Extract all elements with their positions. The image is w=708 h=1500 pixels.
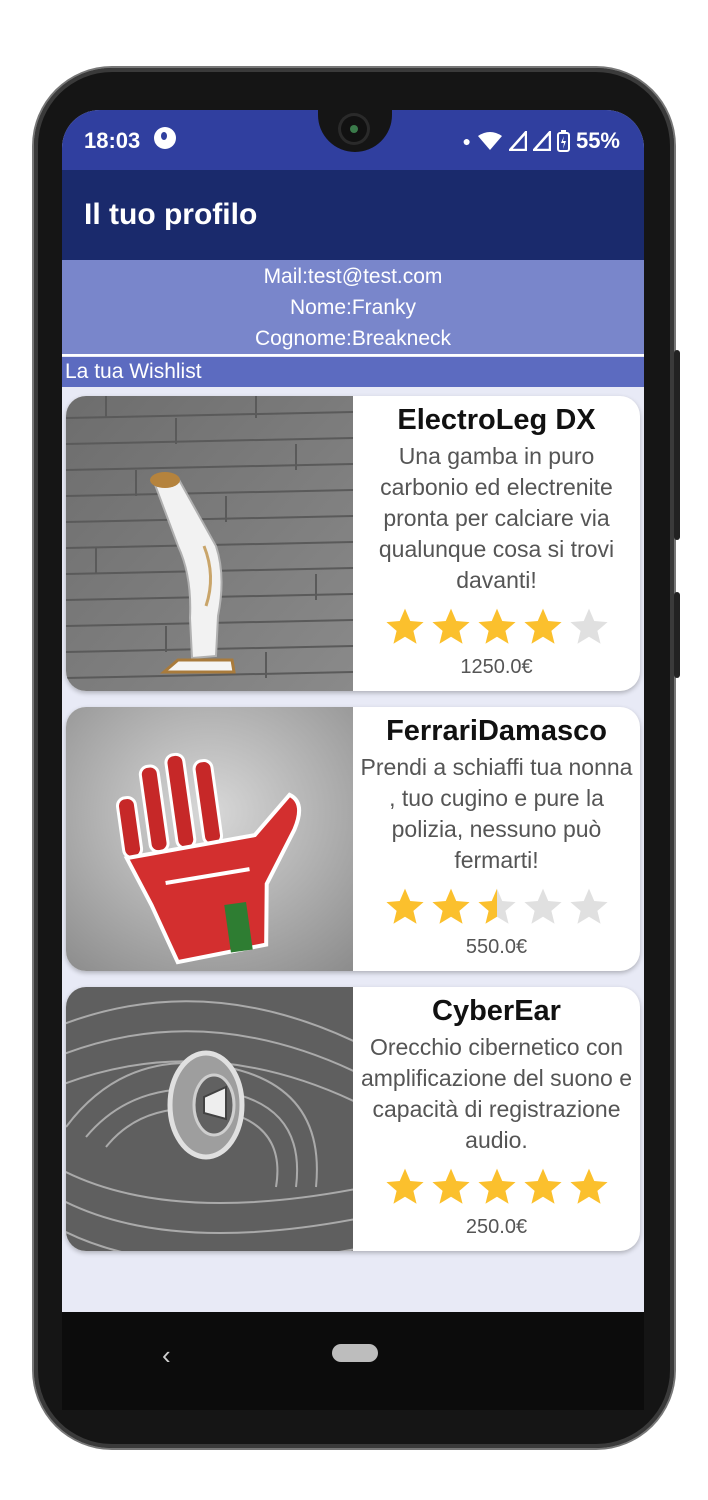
battery-percent: 55% xyxy=(575,128,620,153)
app-notification-icon xyxy=(154,127,176,149)
page-title: Il tuo profilo xyxy=(84,198,258,231)
product-name: ElectroLeg DX xyxy=(397,404,596,436)
robotic-hand-image xyxy=(66,707,353,971)
product-price: 1250.0€ xyxy=(460,656,533,678)
product-price: 550.0€ xyxy=(465,936,528,958)
star-icon xyxy=(477,1168,516,1204)
star-icon xyxy=(431,1168,470,1204)
star-icon xyxy=(477,608,516,644)
product-name: CyberEar xyxy=(432,995,561,1027)
wifi-icon xyxy=(477,132,502,150)
star-icon xyxy=(523,608,562,644)
star-icon xyxy=(569,1168,608,1204)
cyber-ear-image xyxy=(66,987,353,1251)
signal-icon xyxy=(508,131,527,151)
product-description: Orecchio cibernetico con amplificazione … xyxy=(360,1034,633,1153)
wishlist-card[interactable]: ElectroLeg DX Una gamba in puro carbonio… xyxy=(66,396,640,691)
star-icon xyxy=(431,608,470,644)
card-body: ElectroLeg DX Una gamba in puro carbonio… xyxy=(353,396,640,691)
dot-icon: ● xyxy=(462,133,471,149)
rating-stars xyxy=(353,886,640,928)
product-name: FerrariDamasco xyxy=(386,715,607,747)
divider xyxy=(62,354,644,356)
back-chevron-icon[interactable]: ‹ xyxy=(162,1340,171,1371)
rating-stars xyxy=(353,1166,640,1208)
profile-mail: Mail:test@test.com xyxy=(263,265,443,288)
star-icon xyxy=(477,888,516,924)
star-icon xyxy=(385,608,424,644)
star-icon xyxy=(385,1168,424,1204)
product-price: 250.0€ xyxy=(465,1216,528,1238)
battery-icon xyxy=(556,130,570,152)
status-icons: ● 55% xyxy=(462,128,620,154)
star-icon xyxy=(569,608,608,644)
power-button xyxy=(674,592,680,678)
product-description: Una gamba in puro carbonio ed electrenit… xyxy=(378,443,615,593)
profile-cognome: Cognome:Breakneck xyxy=(254,327,452,350)
card-body: FerrariDamasco Prendi a schiaffi tua non… xyxy=(353,707,640,971)
star-icon xyxy=(385,888,424,924)
screen: 18:03 ● 55% Il tuo profilo Mail:test@tes… xyxy=(62,110,644,1370)
wishlist-header: La tua Wishlist xyxy=(62,357,644,387)
card-body: CyberEar Orecchio cibernetico con amplif… xyxy=(353,987,640,1251)
product-description: Prendi a schiaffi tua nonna , tuo cugino… xyxy=(360,754,633,873)
star-icon xyxy=(523,888,562,924)
profile-info: Mail:test@test.com Nome:Franky Cognome:B… xyxy=(62,260,644,354)
volume-button xyxy=(674,350,680,540)
home-pill-icon[interactable] xyxy=(332,1344,378,1362)
wishlist-card[interactable]: FerrariDamasco Prendi a schiaffi tua non… xyxy=(66,707,640,971)
navigation-bar: ‹ xyxy=(62,1312,644,1410)
rating-stars xyxy=(353,606,640,648)
profile-nome: Nome:Franky xyxy=(289,296,417,319)
wishlist-card[interactable]: CyberEar Orecchio cibernetico con amplif… xyxy=(66,987,640,1251)
star-icon xyxy=(569,888,608,924)
signal-icon-2 xyxy=(532,131,551,151)
star-icon xyxy=(523,1168,562,1204)
app-bar: Il tuo profilo xyxy=(62,170,644,260)
star-icon xyxy=(431,888,470,924)
status-time: 18:03 xyxy=(84,128,141,153)
robotic-leg-image xyxy=(66,396,353,691)
front-camera xyxy=(341,116,367,142)
